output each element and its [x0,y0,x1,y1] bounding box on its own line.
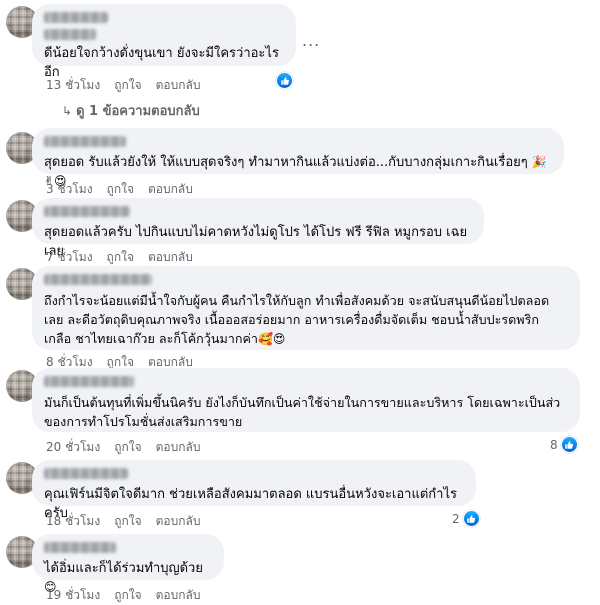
commenter-name-blurred[interactable] [44,206,130,217]
comment-bubble: สุดยอด รับแล้วยังให้ ให้แบบสุดจริงๆ ทำมา… [32,128,564,188]
commenter-name-blurred[interactable] [44,12,108,23]
comment-text: มันก็เป็นต้นทุนที่เพิ่มขึ้นนิครับ ยังไงก… [44,395,561,429]
commenter-name-blurred[interactable] [44,468,128,479]
like-button[interactable]: ถูกใจ [114,586,141,605]
reply-button[interactable]: ตอบกลับ [156,586,201,605]
comment-text: ถึงกำไรจะน้อยแต่มีน้ำใจกับผู้คน คืนกำไรใ… [44,293,550,346]
view-replies-link[interactable]: ↳ ดู 1 ข้อความตอบกลับ [62,100,200,121]
commenter-name-blurred[interactable] [44,376,134,387]
comment-bubble: สุดยอดแล้วครับ ไปกินแบบไม่คาดหวังไม่ดูโป… [32,198,484,259]
like-button[interactable]: ถูกใจ [107,180,134,199]
comment-text: สุดยอด รับแล้วยังให้ ให้แบบสุดจริงๆ ทำมา… [44,155,528,170]
reaction-badge[interactable] [276,72,293,89]
comment-bubble: ถึงกำไรจะน้อยแต่มีน้ำใจกับผู้คน คืนกำไรใ… [32,266,580,350]
reply-button[interactable]: ตอบกลับ [148,248,193,267]
comment-bubble: คุณเฟิร์นมีจิตใจดีมาก ช่วยเหลือสังคมมาตล… [32,460,476,521]
comment-text: ได้อิ่มและก็ได้ร่วมทำบุญด้วย [44,561,203,576]
commenter-name-blurred-2 [44,29,96,40]
comment-time: 18 ชั่วโมง [46,514,101,528]
reply-button[interactable]: ตอบกลับ [156,438,201,457]
comment-actions: 20 ชั่วโมง ถูกใจ ตอบกลับ [46,438,200,457]
comment-actions: 7 ชั่วโมง ถูกใจ ตอบกลับ [46,248,193,267]
like-reaction-icon [462,510,480,527]
comment-bubble: ได้อิ่มและก็ได้ร่วมทำบุญด้วย😊 [32,534,224,594]
comment-actions: 3 ชั่วโมง ถูกใจ ตอบกลับ [46,180,193,199]
reaction-badge[interactable]: 8 [550,436,578,453]
comment-actions: 18 ชั่วโมง ถูกใจ ตอบกลับ [46,512,200,531]
like-reaction-icon [560,436,578,453]
reply-button[interactable]: ตอบกลับ [156,76,201,95]
comment-time: 19 ชั่วโมง [46,588,101,602]
reply-button[interactable]: ตอบกลับ [156,512,201,531]
comment-actions: 13 ชั่วโมง ถูกใจ ตอบกลับ [46,76,200,95]
comment-bubble: ดีน้อยใจกว้างดั่งขุนเขา ยังจะมีใครว่าอะไ… [32,4,296,80]
like-button[interactable]: ถูกใจ [107,248,134,267]
comment-text-wrap: ถึงกำไรจะน้อยแต่มีน้ำใจกับผู้คน คืนกำไรใ… [44,291,568,349]
reply-arrow-icon: ↳ [62,103,73,118]
reply-button[interactable]: ตอบกลับ [148,180,193,199]
comment-time: 7 ชั่วโมง [46,250,93,264]
commenter-name-blurred[interactable] [44,542,116,553]
like-button[interactable]: ถูกใจ [114,438,141,457]
comment-time: 13 ชั่วโมง [46,78,101,92]
like-button[interactable]: ถูกใจ [114,512,141,531]
comment-time: 20 ชั่วโมง [46,440,101,454]
comment-bubble: มันก็เป็นต้นทุนที่เพิ่มขึ้นนิครับ ยังไงก… [32,368,580,432]
like-reaction-icon [276,72,293,89]
like-button[interactable]: ถูกใจ [114,76,141,95]
comment-time: 3 ชั่วโมง [46,182,93,196]
reaction-badge[interactable]: 2 [452,510,480,527]
reaction-count: 2 [452,511,460,526]
reaction-count: 8 [550,437,558,452]
comment-emoji: 🥰😍 [257,332,286,346]
view-replies-label: ดู 1 ข้อความตอบกลับ [76,104,200,119]
comment-actions: 19 ชั่วโมง ถูกใจ ตอบกลับ [46,586,200,605]
commenter-name-blurred[interactable] [44,136,126,147]
commenter-name-blurred[interactable] [44,274,152,285]
more-options-icon[interactable]: ... [302,31,320,50]
